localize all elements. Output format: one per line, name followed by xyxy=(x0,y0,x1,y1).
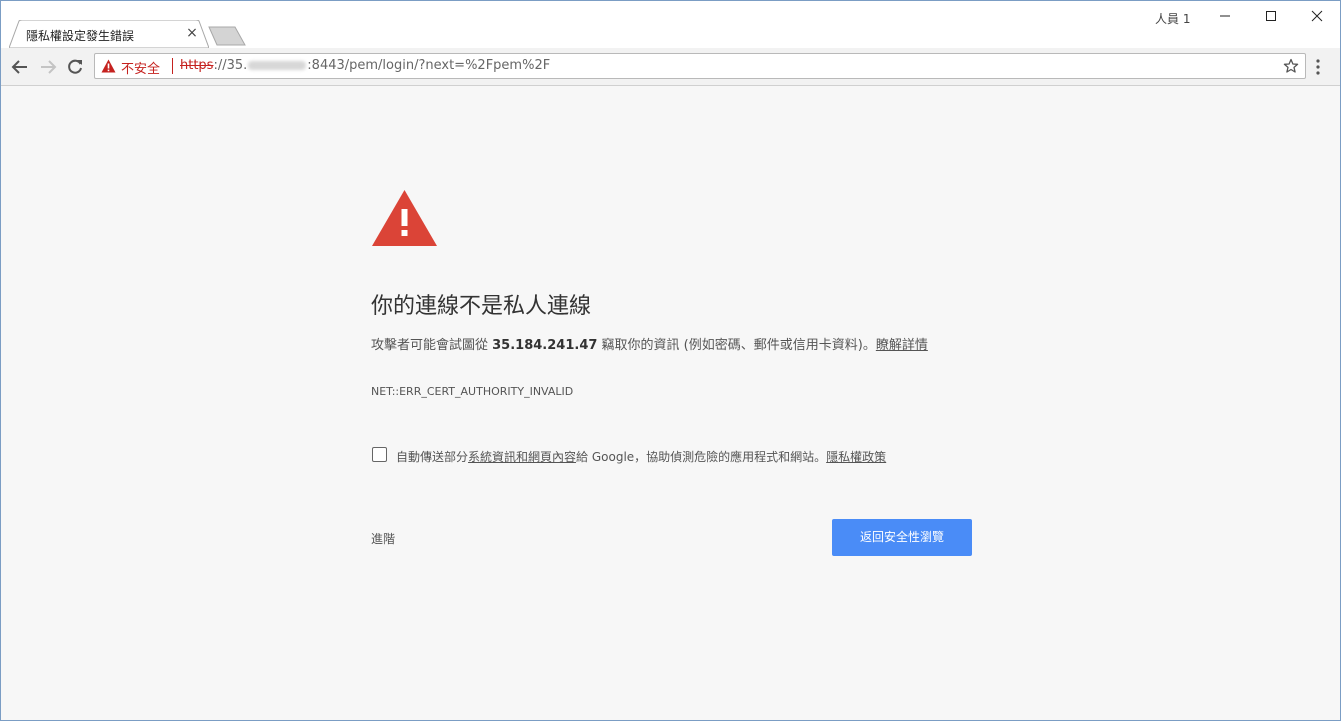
new-tab-button[interactable] xyxy=(207,26,247,46)
close-window-button[interactable] xyxy=(1294,5,1340,27)
system-info-link[interactable]: 系統資訊和網頁內容 xyxy=(468,450,576,464)
learn-more-link[interactable]: 瞭解詳情 xyxy=(876,338,928,353)
browser-window: 隱私權設定發生錯誤 × 人員 1 不安全 https://35.:8443/p… xyxy=(0,0,1341,721)
url-host-redacted xyxy=(248,61,307,70)
explanation-paragraph: 攻擊者可能會試圖從 35.184.241.47 竊取你的資訊 (例如密碼、郵件或… xyxy=(371,334,973,358)
error-code[interactable]: NET::ERR_CERT_AUTHORITY_INVALID xyxy=(371,385,573,398)
tab-title: 隱私權設定發生錯誤 xyxy=(26,29,135,43)
explanation-pre: 攻擊者可能會試圖從 xyxy=(371,338,493,353)
profile-button[interactable]: 人員 1 xyxy=(1155,10,1190,27)
url-separator: :// xyxy=(213,58,227,73)
optin-label: 自動傳送部分系統資訊和網頁內容給 Google，協助偵測危險的應用程式和網站。隱… xyxy=(396,448,886,465)
security-status-label[interactable]: 不安全 xyxy=(121,58,160,77)
privacy-policy-link[interactable]: 隱私權政策 xyxy=(826,450,886,464)
forward-button[interactable] xyxy=(37,56,59,78)
page-title: 你的連線不是私人連線 xyxy=(371,294,592,319)
reload-icon xyxy=(68,59,82,74)
arrow-left-icon xyxy=(11,60,27,74)
url-path: :8443/pem/login/?next=%2Fpem%2F xyxy=(307,58,551,73)
close-window-icon xyxy=(1311,10,1323,22)
title-bar: 隱私權設定發生錯誤 × 人員 1 xyxy=(1,1,1340,48)
explanation-post: 竊取你的資訊 (例如密碼、郵件或信用卡資料)。 xyxy=(597,338,876,353)
minimize-icon xyxy=(1220,15,1230,17)
warning-triangle-icon xyxy=(101,59,116,73)
reporting-checkbox[interactable] xyxy=(372,447,387,462)
tab-active[interactable]: 隱私權設定發生錯誤 × xyxy=(9,20,209,48)
new-tab-icon xyxy=(208,26,246,46)
bookmark-star-icon[interactable] xyxy=(1283,58,1299,74)
explanation-host: 35.184.241.47 xyxy=(492,338,598,353)
optin-mid: 給 Google，協助偵測危險的應用程式和網站。 xyxy=(576,450,827,464)
menu-dots-icon[interactable] xyxy=(1315,58,1321,76)
url-scheme: https xyxy=(180,58,214,73)
reload-button[interactable] xyxy=(64,56,86,78)
address-bar[interactable]: 不安全 https://35. :8443/pem/login/?next=%2F… xyxy=(94,53,1306,79)
url-host-prefix: 35. xyxy=(226,58,248,73)
extended-reporting-optin: 自動傳送部分系統資訊和網頁內容給 Google，協助偵測危險的應用程式和網站。隱… xyxy=(371,447,973,467)
danger-triangle-icon xyxy=(372,190,437,246)
url-text[interactable]: https://35. :8443/pem/login/?next=%2Fpem%… xyxy=(180,58,550,73)
arrow-right-icon xyxy=(41,60,57,74)
tab-close-icon[interactable]: × xyxy=(185,26,199,40)
minimize-button[interactable] xyxy=(1202,5,1248,27)
optin-pre: 自動傳送部分 xyxy=(396,450,469,464)
toolbar: 不安全 https://35. :8443/pem/login/?next=%2F… xyxy=(1,48,1340,86)
security-separator xyxy=(172,58,173,74)
maximize-icon xyxy=(1266,11,1276,21)
advanced-button[interactable]: 進階 xyxy=(371,530,395,547)
maximize-button[interactable] xyxy=(1248,5,1294,27)
back-to-safety-button[interactable]: 返回安全性瀏覽 xyxy=(832,519,972,556)
back-button[interactable] xyxy=(9,56,31,78)
